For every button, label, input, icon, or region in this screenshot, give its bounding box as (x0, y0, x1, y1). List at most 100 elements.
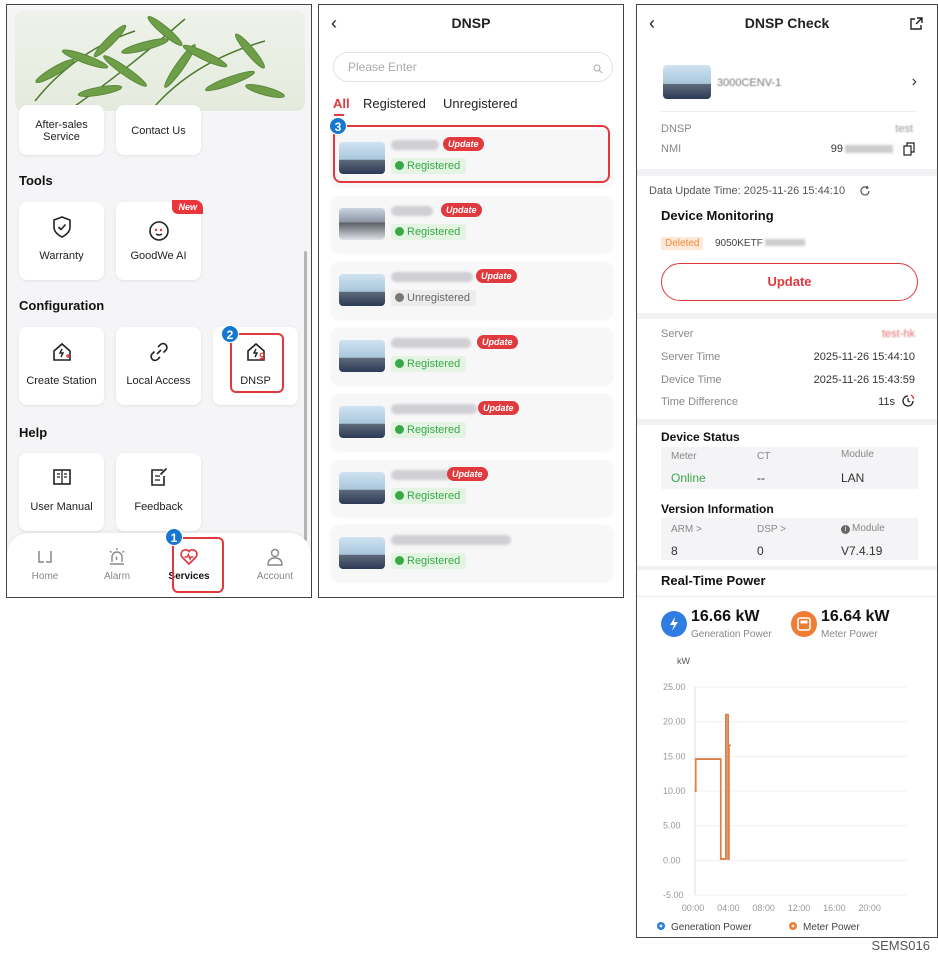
chevron-right-icon[interactable]: › (912, 73, 917, 91)
update-badge[interactable]: Update (441, 203, 482, 217)
arm-version: 8 (671, 544, 678, 558)
y-tick-label: 0.00 (663, 855, 681, 865)
feedback-tile[interactable]: Feedback (116, 453, 201, 531)
filter-registered[interactable]: Registered (363, 96, 426, 111)
update-badge[interactable]: Update (476, 269, 517, 283)
house-plus-icon (19, 341, 104, 363)
check-circle-icon (395, 491, 404, 500)
ct-header: CT (757, 451, 771, 462)
banner-image (15, 11, 305, 111)
section-configuration-title: Configuration (19, 298, 105, 313)
warranty-tile[interactable]: Warranty (19, 202, 104, 280)
update-badge[interactable]: Update (478, 401, 519, 415)
station-name (391, 206, 433, 216)
station-name: 3000CENV-1 (717, 77, 782, 89)
data-point (695, 758, 697, 760)
generation-power-label: Generation Power (691, 629, 772, 640)
device-status-box: Meter CT Module Online -- LAN (661, 447, 918, 489)
shield-check-icon (19, 216, 104, 238)
station-name (391, 470, 451, 480)
station-thumbnail (339, 406, 385, 438)
server-label: Server (661, 328, 694, 340)
section-separator (637, 566, 937, 570)
update-button[interactable]: Update (661, 263, 918, 301)
registration-status: Registered (391, 224, 467, 240)
deleted-badge: Deleted (661, 237, 704, 250)
section-separator (637, 169, 937, 176)
dsp-header[interactable]: DSP > (757, 524, 786, 535)
data-point (727, 858, 729, 860)
divider (661, 111, 917, 112)
registration-status-text: Registered (407, 490, 461, 502)
nmi-label: NMI (661, 143, 682, 155)
export-icon[interactable] (909, 17, 923, 36)
copy-icon[interactable] (903, 142, 915, 161)
x-tick-label: 08:00 (752, 903, 775, 913)
goodwe-ai-tile[interactable]: New GoodWe AI (116, 200, 203, 280)
station-card[interactable]: Update Registered (331, 460, 613, 516)
user-manual-tile[interactable]: User Manual (19, 453, 104, 531)
tab-home[interactable]: Home (15, 547, 75, 582)
station-thumbnail (339, 340, 385, 372)
arm-header[interactable]: ARM > (671, 524, 702, 535)
generation-power-icon (661, 611, 687, 637)
step-marker-3: 3 (329, 117, 347, 135)
station-name (391, 404, 477, 414)
warranty-label: Warranty (39, 250, 84, 262)
filter-all[interactable]: All (333, 96, 350, 111)
home-icon (15, 547, 75, 569)
check-circle-icon (395, 556, 404, 565)
edit-note-icon (116, 467, 201, 489)
local-access-tile[interactable]: Local Access (116, 327, 201, 405)
tab-account-label: Account (256, 571, 294, 582)
station-card[interactable]: Update Registered (331, 196, 613, 252)
station-card[interactable]: Update Registered (331, 328, 613, 384)
registration-status-text: Registered (407, 226, 461, 238)
ct-status: -- (757, 471, 765, 485)
station-card[interactable]: Registered (331, 525, 613, 581)
registration-status: Registered (391, 553, 467, 569)
update-badge[interactable]: Update (447, 467, 488, 481)
services-highlight-box (172, 537, 224, 593)
update-badge[interactable]: Update (477, 335, 518, 349)
refresh-icon[interactable] (859, 184, 871, 202)
generation-power-value: 16.66 kW (691, 608, 760, 625)
user-icon (245, 547, 305, 569)
feedback-label: Feedback (134, 501, 183, 513)
station-card[interactable]: Update Unregistered (331, 262, 613, 318)
data-point (720, 858, 722, 860)
series-line-0 (694, 713, 731, 860)
vertical-scrollbar[interactable] (304, 251, 307, 541)
station-name (391, 272, 473, 282)
series-line-1 (694, 713, 731, 860)
legend-eye-pupil (659, 924, 663, 928)
registration-status: Unregistered (391, 290, 476, 306)
back-icon[interactable]: ‹ (649, 13, 655, 33)
link-icon (116, 341, 201, 363)
create-station-tile[interactable]: Create Station (19, 327, 104, 405)
search-icon[interactable] (593, 61, 603, 79)
services-screen: After-sales Service Contact Us Tools War… (6, 4, 312, 598)
check-circle-icon (395, 425, 404, 434)
contact-us-tile[interactable]: Contact Us (116, 105, 201, 155)
step-marker-2: 2 (221, 325, 239, 343)
station-name (391, 338, 471, 348)
version-info-box: ARM > DSP > i Module 8 0 V7.4.19 (661, 518, 918, 560)
station-card[interactable]: Update Registered (331, 394, 613, 450)
clock-refresh-icon[interactable] (901, 394, 915, 413)
y-tick-label: 25.00 (663, 682, 686, 692)
user-manual-label: User Manual (30, 501, 93, 513)
tab-alarm[interactable]: Alarm (87, 547, 147, 582)
filter-unregistered[interactable]: Unregistered (443, 96, 517, 111)
check-circle-icon (395, 359, 404, 368)
back-icon[interactable]: ‹ (331, 13, 337, 33)
after-sales-service-tile[interactable]: After-sales Service (19, 105, 104, 155)
x-tick-label: 20:00 (858, 903, 881, 913)
x-tick-label: 12:00 (788, 903, 811, 913)
chart-y-unit: kW (677, 656, 690, 666)
check-circle-icon (395, 227, 404, 236)
y-tick-label: 20.00 (663, 717, 686, 727)
tab-account[interactable]: Account (245, 547, 305, 582)
search-input[interactable]: Please Enter (333, 52, 613, 82)
book-icon (19, 467, 104, 489)
